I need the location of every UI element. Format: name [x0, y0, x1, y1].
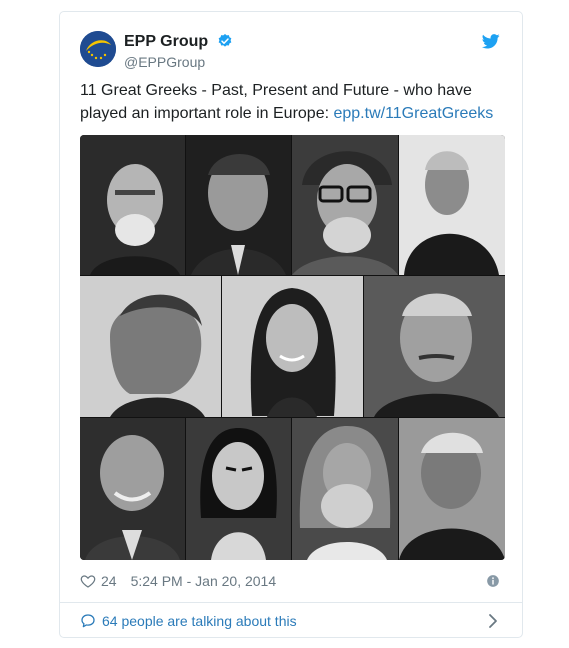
epp-logo-icon [80, 31, 116, 67]
like-count[interactable]: 24 [101, 572, 117, 590]
photo-portrait [399, 418, 505, 560]
tweet-meta: 24 5:24 PM - Jan 20, 2014 [80, 572, 276, 590]
portrait-image [364, 276, 505, 417]
account-name[interactable]: EPP Group [124, 32, 233, 52]
chevron-right-icon[interactable] [488, 613, 498, 629]
photo-portrait [186, 418, 291, 560]
portrait-image [399, 135, 505, 275]
tweet-timestamp[interactable]: 5:24 PM - Jan 20, 2014 [131, 572, 277, 590]
portrait-image [186, 135, 291, 275]
photo-portrait [80, 276, 221, 417]
tweet-link[interactable]: epp.tw/11GreatGreeks [333, 105, 493, 122]
portrait-image [80, 418, 185, 560]
tweet-text: 11 Great Greeks - Past, Present and Futu… [80, 79, 510, 125]
conversation-text: 64 people are talking about this [102, 613, 297, 629]
portrait-image [80, 135, 185, 275]
embedded-tweet-card[interactable]: EPP Group @EPPGroup 11 Great Greeks - Pa… [59, 11, 523, 638]
photo-portrait [364, 276, 505, 417]
photo-portrait [80, 418, 185, 560]
avatar[interactable] [80, 31, 116, 67]
speech-bubble-icon [81, 614, 95, 628]
twitter-bird-icon[interactable] [482, 34, 500, 49]
portrait-image [292, 418, 398, 560]
portrait-image [222, 276, 363, 417]
photo-portrait [292, 418, 398, 560]
photo-portrait [222, 276, 363, 417]
heart-icon[interactable] [80, 573, 96, 589]
portrait-image [292, 135, 398, 275]
photo-portrait [292, 135, 398, 275]
conversation-link[interactable]: 64 people are talking about this [80, 612, 297, 630]
photo-portrait [186, 135, 291, 275]
divider [60, 602, 522, 603]
photo-portrait [399, 135, 505, 275]
portrait-image [399, 418, 505, 560]
account-name-text: EPP Group [124, 33, 209, 50]
portrait-image [80, 276, 221, 417]
verified-badge-icon [218, 34, 231, 47]
photo-collage[interactable] [80, 135, 505, 560]
portrait-image [186, 418, 291, 560]
photo-portrait [80, 135, 185, 275]
info-icon[interactable] [486, 574, 500, 588]
account-handle[interactable]: @EPPGroup [124, 53, 205, 71]
